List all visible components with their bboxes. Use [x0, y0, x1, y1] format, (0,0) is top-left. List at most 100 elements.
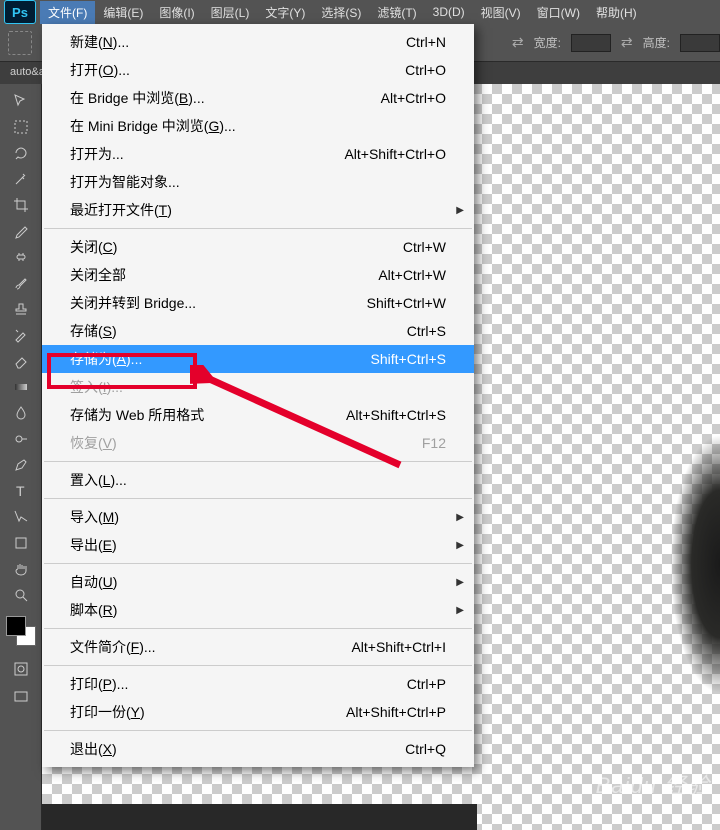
- menu-file[interactable]: 文件(F): [40, 1, 95, 24]
- menu-item[interactable]: 在 Bridge 中浏览(B)... Alt+Ctrl+O: [42, 84, 474, 112]
- menu-layer[interactable]: 图层(L): [203, 1, 258, 24]
- menu-separator: [44, 628, 472, 629]
- menu-item[interactable]: 导入(M): [42, 503, 474, 531]
- file-menu-dropdown: 新建(N)...Ctrl+N打开(O)...Ctrl+O在 Bridge 中浏览…: [42, 24, 474, 767]
- type-tool[interactable]: T: [9, 479, 33, 503]
- path-tool[interactable]: [9, 505, 33, 529]
- menu-item[interactable]: 新建(N)...Ctrl+N: [42, 28, 474, 56]
- menu-item-shortcut: F12: [422, 435, 446, 451]
- menu-item-label: 存储(S): [70, 321, 117, 341]
- menu-item[interactable]: 打开为智能对象...: [42, 168, 474, 196]
- stamp-tool[interactable]: [9, 297, 33, 321]
- menu-image[interactable]: 图像(I): [151, 1, 202, 24]
- menu-item-shortcut: Alt+Shift+Ctrl+S: [346, 407, 446, 423]
- menu-item[interactable]: 退出(X)Ctrl+Q: [42, 735, 474, 763]
- pen-tool[interactable]: [9, 453, 33, 477]
- menu-item[interactable]: 打印一份(Y) Alt+Shift+Ctrl+P: [42, 698, 474, 726]
- menubar: Ps 文件(F) 编辑(E) 图像(I) 图层(L) 文字(Y) 选择(S) 滤…: [0, 0, 720, 24]
- menu-item[interactable]: 关闭并转到 Bridge...Shift+Ctrl+W: [42, 289, 474, 317]
- menu-view[interactable]: 视图(V): [473, 1, 529, 24]
- menu-item-label: 导出(E): [70, 535, 117, 555]
- menu-item[interactable]: 置入(L)...: [42, 466, 474, 494]
- menu-item-label: 关闭全部: [70, 265, 126, 285]
- menu-item[interactable]: 脚本(R): [42, 596, 474, 624]
- lasso-tool[interactable]: [9, 141, 33, 165]
- menu-item-shortcut: Ctrl+W: [403, 239, 446, 255]
- swap-wh-icon[interactable]: ⇄: [512, 34, 524, 51]
- heal-tool[interactable]: [9, 245, 33, 269]
- zoom-tool[interactable]: [9, 583, 33, 607]
- menu-separator: [44, 563, 472, 564]
- dodge-tool[interactable]: [9, 427, 33, 451]
- menu-item[interactable]: 打开(O)...Ctrl+O: [42, 56, 474, 84]
- toolbox: T: [0, 84, 42, 830]
- menu-item-shortcut: Shift+Ctrl+W: [367, 295, 446, 311]
- gradient-tool[interactable]: [9, 375, 33, 399]
- crop-tool[interactable]: [9, 193, 33, 217]
- menu-item-label: 脚本(R): [70, 600, 117, 620]
- screenmode-tool[interactable]: [9, 685, 33, 709]
- history-brush-tool[interactable]: [9, 323, 33, 347]
- watermark: Baidu 经验: [596, 768, 710, 800]
- marquee-tool[interactable]: [9, 115, 33, 139]
- menu-3d[interactable]: 3D(D): [425, 2, 473, 22]
- menu-item-label: 打印一份(Y): [70, 702, 145, 722]
- menu-item[interactable]: 导出(E): [42, 531, 474, 559]
- menu-item: 签入(I)...: [42, 373, 474, 401]
- menu-item-shortcut: Alt+Ctrl+O: [381, 90, 446, 106]
- menu-item-shortcut: Ctrl+O: [405, 62, 446, 78]
- menu-item-shortcut: Ctrl+Q: [405, 741, 446, 757]
- menu-item-shortcut: Alt+Ctrl+W: [378, 267, 446, 283]
- menu-item[interactable]: 打开为... Alt+Shift+Ctrl+O: [42, 140, 474, 168]
- width-label: 宽度:: [534, 34, 561, 51]
- image-content: [670, 434, 720, 694]
- blur-tool[interactable]: [9, 401, 33, 425]
- menu-item-shortcut: Alt+Shift+Ctrl+O: [344, 146, 446, 162]
- menu-item-label: 关闭(C): [70, 237, 117, 257]
- tool-preset-icon[interactable]: [8, 31, 32, 55]
- menu-window[interactable]: 窗口(W): [529, 1, 588, 24]
- menu-item[interactable]: 关闭(C) Ctrl+W: [42, 233, 474, 261]
- menu-item-label: 打开为...: [70, 144, 124, 164]
- menu-item[interactable]: 存储(S)Ctrl+S: [42, 317, 474, 345]
- menu-item-label: 在 Mini Bridge 中浏览(G)...: [70, 116, 236, 136]
- menu-item[interactable]: 自动(U): [42, 568, 474, 596]
- hand-tool[interactable]: [9, 557, 33, 581]
- quickmask-tool[interactable]: [9, 657, 33, 681]
- app-logo: Ps: [4, 0, 36, 24]
- menu-edit[interactable]: 编辑(E): [95, 1, 151, 24]
- menu-item-shortcut: Ctrl+N: [406, 34, 446, 50]
- menu-item[interactable]: 存储为(A)...Shift+Ctrl+S: [42, 345, 474, 373]
- width-field[interactable]: [571, 34, 611, 52]
- menu-item-shortcut: Alt+Shift+Ctrl+P: [346, 704, 446, 720]
- brush-tool[interactable]: [9, 271, 33, 295]
- menu-item-label: 置入(L)...: [70, 470, 127, 490]
- swap-icon[interactable]: ⇄: [621, 34, 633, 51]
- menu-item[interactable]: 最近打开文件(T): [42, 196, 474, 224]
- menu-item-label: 最近打开文件(T): [70, 200, 172, 220]
- menu-item-label: 在 Bridge 中浏览(B)...: [70, 88, 205, 108]
- foreground-color[interactable]: [6, 616, 26, 636]
- height-field[interactable]: [680, 34, 720, 52]
- menu-help[interactable]: 帮助(H): [588, 1, 645, 24]
- eraser-tool[interactable]: [9, 349, 33, 373]
- height-label: 高度:: [643, 34, 670, 51]
- shape-tool[interactable]: [9, 531, 33, 555]
- menu-item-shortcut: Shift+Ctrl+S: [371, 351, 446, 367]
- menu-item[interactable]: 关闭全部 Alt+Ctrl+W: [42, 261, 474, 289]
- menu-item-shortcut: Alt+Shift+Ctrl+I: [351, 639, 446, 655]
- svg-text:T: T: [16, 483, 25, 499]
- color-swatches[interactable]: [6, 616, 36, 646]
- menu-type[interactable]: 文字(Y): [257, 1, 313, 24]
- menu-item[interactable]: 打印(P)...Ctrl+P: [42, 670, 474, 698]
- menu-item-label: 打开为智能对象...: [70, 172, 180, 192]
- menu-filter[interactable]: 滤镜(T): [369, 1, 424, 24]
- menu-item[interactable]: 在 Mini Bridge 中浏览(G)...: [42, 112, 474, 140]
- menu-item: 恢复(V)F12: [42, 429, 474, 457]
- menu-select[interactable]: 选择(S): [313, 1, 369, 24]
- move-tool[interactable]: [9, 89, 33, 113]
- menu-item[interactable]: 文件简介(F)...Alt+Shift+Ctrl+I: [42, 633, 474, 661]
- menu-item[interactable]: 存储为 Web 所用格式Alt+Shift+Ctrl+S: [42, 401, 474, 429]
- wand-tool[interactable]: [9, 167, 33, 191]
- eyedropper-tool[interactable]: [9, 219, 33, 243]
